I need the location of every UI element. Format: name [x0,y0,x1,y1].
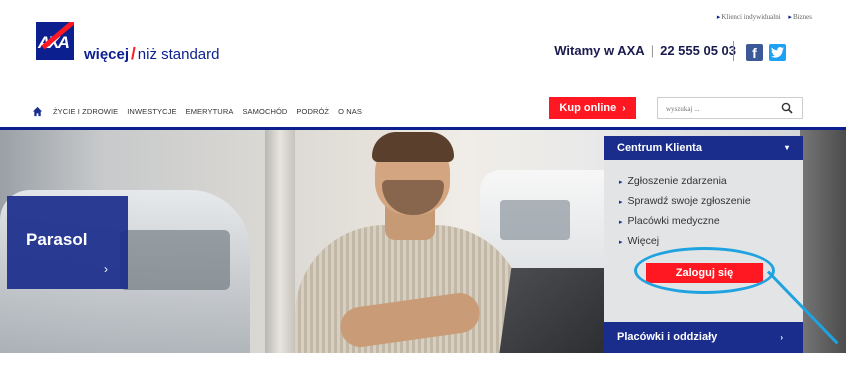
axa-logo[interactable]: AXA [36,22,74,60]
link-label: Placówki medyczne [627,215,720,227]
search-icon[interactable] [781,102,793,114]
top-links: ▸Klienci indywidualni ▸Biznes [717,13,812,21]
nav-item-travel[interactable]: PODRÓŻ [296,107,329,116]
home-icon[interactable] [32,106,43,117]
tagline: więcej / niż standard [84,44,219,64]
hero-photo-pillar [265,130,295,353]
nav-item-investments[interactable]: INWESTYCJE [127,107,176,116]
nav-item-life-health[interactable]: ŻYCIE I ZDROWIE [53,107,118,116]
divider [733,41,734,61]
login-button[interactable]: Zaloguj się [646,263,763,283]
buy-online-label: Kup online [559,102,617,114]
bullet-icon: ▸ [619,179,623,186]
divider: | [650,43,655,58]
branches-title: Placówki i oddziały [617,331,718,343]
link-label: Zgłoszenie zdarzenia [627,175,727,187]
chevron-right-icon: › [780,333,783,342]
link-label: Sprawdź swoje zgłoszenie [627,195,751,207]
page-bottom [0,353,846,367]
bullet-icon: ▸ [619,199,623,206]
top-link-individual[interactable]: Klienci indywidualni [721,13,780,21]
top-link-business[interactable]: Biznes [793,13,812,21]
tagline-bold: więcej [84,46,130,63]
phone-number[interactable]: 22 555 05 03 [660,43,736,58]
chevron-right-icon[interactable]: › [104,262,108,276]
main-nav: ŻYCIE I ZDROWIE INWESTYCJE EMERYTURA SAM… [32,104,371,118]
nav-item-pension[interactable]: EMERYTURA [186,107,234,116]
hero-photo-man-hair [372,132,454,162]
arrow-icon: ▸ [716,13,721,21]
bullet-icon: ▸ [619,239,623,246]
facebook-icon[interactable]: f [746,44,763,61]
twitter-icon[interactable] [769,44,786,61]
nav-item-about[interactable]: O NAS [338,107,362,116]
welcome-text: Witamy w AXA [554,43,645,58]
tagline-slash: / [131,44,136,63]
hero-photo-window [120,230,230,290]
branches-header[interactable]: Placówki i oddziały › [604,322,803,353]
hero-photo-shadow [800,130,846,353]
welcome-block: Witamy w AXA | 22 555 05 03 [554,43,736,58]
client-center-header[interactable]: Centrum Klienta ▾ [604,136,803,160]
client-link-check-claim[interactable]: ▸ Sprawdź swoje zgłoszenie [619,194,751,214]
nav-item-car[interactable]: SAMOCHÓD [242,107,287,116]
tagline-rest: niż standard [137,46,220,63]
hero-photo-van-window [500,200,570,240]
chevron-right-icon: › [622,102,626,114]
client-center-title: Centrum Klienta [617,142,702,154]
bullet-icon: ▸ [619,219,623,226]
buy-online-button[interactable]: Kup online › [549,97,636,119]
link-label: Więcej [627,235,660,247]
search-input[interactable] [666,99,776,119]
arrow-icon: ▸ [788,13,792,21]
client-center-links: ▸ Zgłoszenie zdarzenia ▸ Sprawdź swoje zgł… [619,174,751,254]
caret-down-icon: ▾ [784,143,789,152]
client-link-medical-facilities[interactable]: ▸ Placówki medyczne [619,214,751,234]
promo-title[interactable]: Parasol [26,230,87,250]
client-link-report-claim[interactable]: ▸ Zgłoszenie zdarzenia [619,174,751,194]
client-link-more[interactable]: ▸ Więcej [619,234,751,254]
search-box [657,97,803,119]
